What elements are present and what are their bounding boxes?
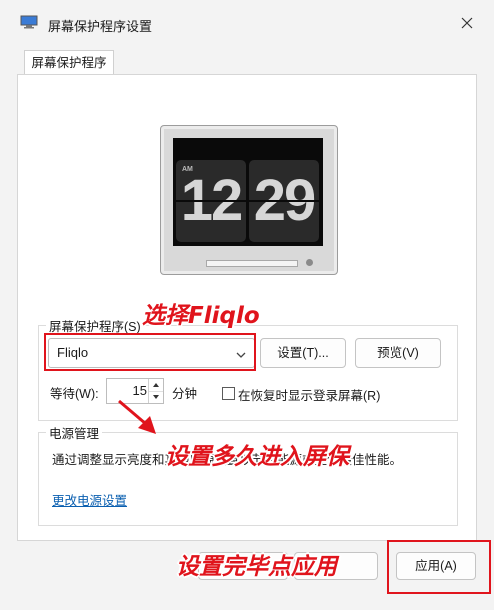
monitor-led <box>306 259 313 266</box>
clock-ampm: AM <box>182 166 193 173</box>
preview-screen: 12 AM 29 <box>173 138 323 246</box>
tab-screensaver[interactable]: 屏幕保护程序 <box>24 50 114 75</box>
annotation-set-wait: 设置多久进入屏保 <box>165 444 349 470</box>
annotation-click-apply: 设置完毕点应用 <box>176 554 337 580</box>
annotation-box-apply <box>387 540 491 594</box>
wait-unit-label: 分钟 <box>172 387 198 401</box>
resume-logon-checkbox[interactable] <box>222 387 235 400</box>
change-power-settings-link[interactable]: 更改电源设置 <box>52 490 127 509</box>
clock-minutes-card: 29 <box>249 160 319 242</box>
resume-logon-label: 在恢复时显示登录屏幕(R) <box>238 389 381 403</box>
close-icon[interactable] <box>456 12 478 34</box>
clock-hours-card: 12 AM <box>176 160 246 242</box>
screensaver-settings-window: 屏幕保护程序设置 屏幕保护程序 12 AM 29 屏幕保护程序(S) Fliql… <box>0 0 494 610</box>
settings-button[interactable]: 设置(T)... <box>260 338 346 368</box>
screensaver-preview-monitor: 12 AM 29 <box>160 125 338 275</box>
preview-button[interactable]: 预览(V) <box>355 338 441 368</box>
display-icon <box>20 15 38 29</box>
wait-minutes-value: 15 <box>132 383 147 398</box>
title-bar: 屏幕保护程序设置 <box>0 0 494 48</box>
wait-label: 等待(W): <box>50 387 99 401</box>
annotation-box-select <box>44 333 256 371</box>
flip-divider <box>176 200 246 202</box>
power-group-label: 电源管理 <box>46 423 103 442</box>
annotation-select-fliqlo: 选择Fliqlo <box>142 303 260 329</box>
window-title: 屏幕保护程序设置 <box>48 19 153 34</box>
annotation-arrow-icon <box>116 398 162 441</box>
monitor-slot <box>206 260 298 267</box>
flip-divider <box>249 200 319 202</box>
